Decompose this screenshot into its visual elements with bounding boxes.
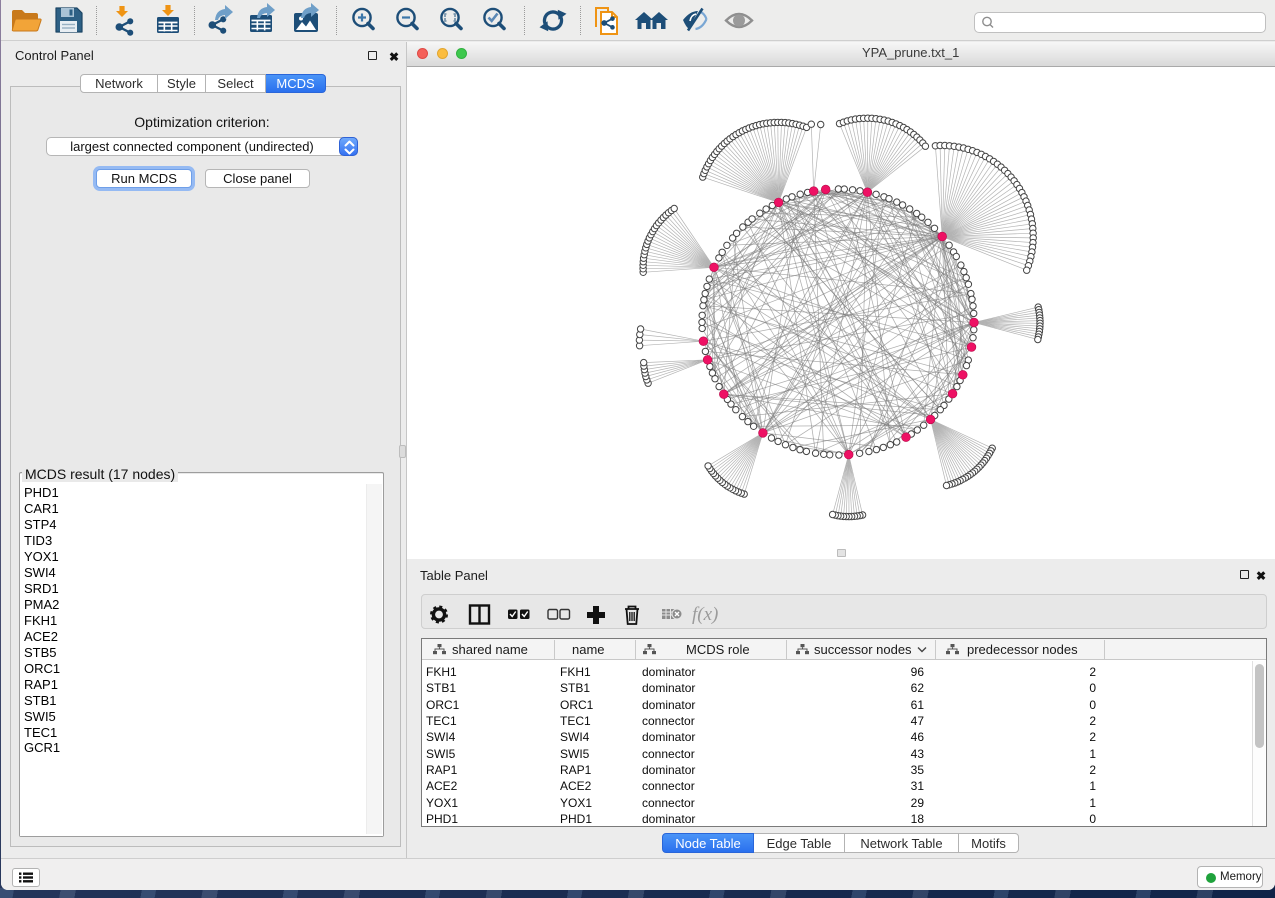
- svg-text:f(x): f(x): [692, 604, 718, 625]
